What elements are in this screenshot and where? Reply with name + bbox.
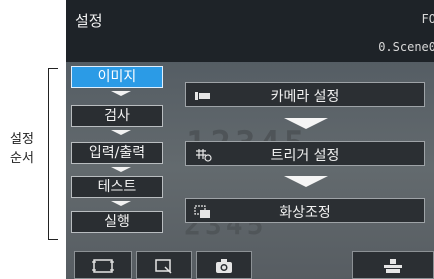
- step-arrow-icon: [111, 130, 131, 135]
- scene-label: 0.Scene0: [378, 40, 434, 54]
- image-adjust-label: 화상조정: [279, 205, 331, 221]
- frame-button[interactable]: [74, 251, 132, 279]
- image-adjust-button[interactable]: 화상조정: [185, 198, 425, 223]
- title-right-label: FO: [421, 12, 434, 26]
- trigger-settings-label: 트리거 설정: [270, 148, 340, 164]
- step-arrow-icon: [111, 167, 131, 172]
- step-run-button[interactable]: 실행: [71, 211, 163, 233]
- trigger-settings-button[interactable]: 트리거 설정: [185, 141, 425, 166]
- capture-button[interactable]: [196, 251, 252, 279]
- settings-order-line1: 설정: [10, 132, 34, 147]
- zoom-window-button[interactable]: [136, 251, 192, 279]
- step-image-button[interactable]: 이미지: [71, 66, 163, 88]
- bracket-line: [48, 68, 58, 240]
- flow-arrow-icon: [284, 118, 328, 129]
- step-io-button[interactable]: 입력/출력: [71, 142, 163, 164]
- step-arrow-icon: [111, 91, 131, 96]
- save-button[interactable]: [352, 251, 434, 279]
- title-bar: 설정 FO 0.Scene0: [66, 0, 434, 62]
- settings-order-label: 설정 순서: [2, 130, 42, 168]
- step-inspection-button[interactable]: 검사: [71, 105, 163, 127]
- camera-settings-label: 카메라 설정: [270, 89, 340, 105]
- step-arrow-icon: [111, 201, 131, 206]
- device-screen: 설정 FO 0.Scene0 12345 2345 이미지 검사 입력/출력 테…: [66, 0, 434, 279]
- screen-title: 설정: [75, 12, 103, 30]
- camera-settings-button[interactable]: 카메라 설정: [185, 82, 425, 107]
- step-test-button[interactable]: 테스트: [71, 176, 163, 198]
- settings-order-line2: 순서: [10, 151, 34, 166]
- flow-arrow-icon: [284, 176, 328, 187]
